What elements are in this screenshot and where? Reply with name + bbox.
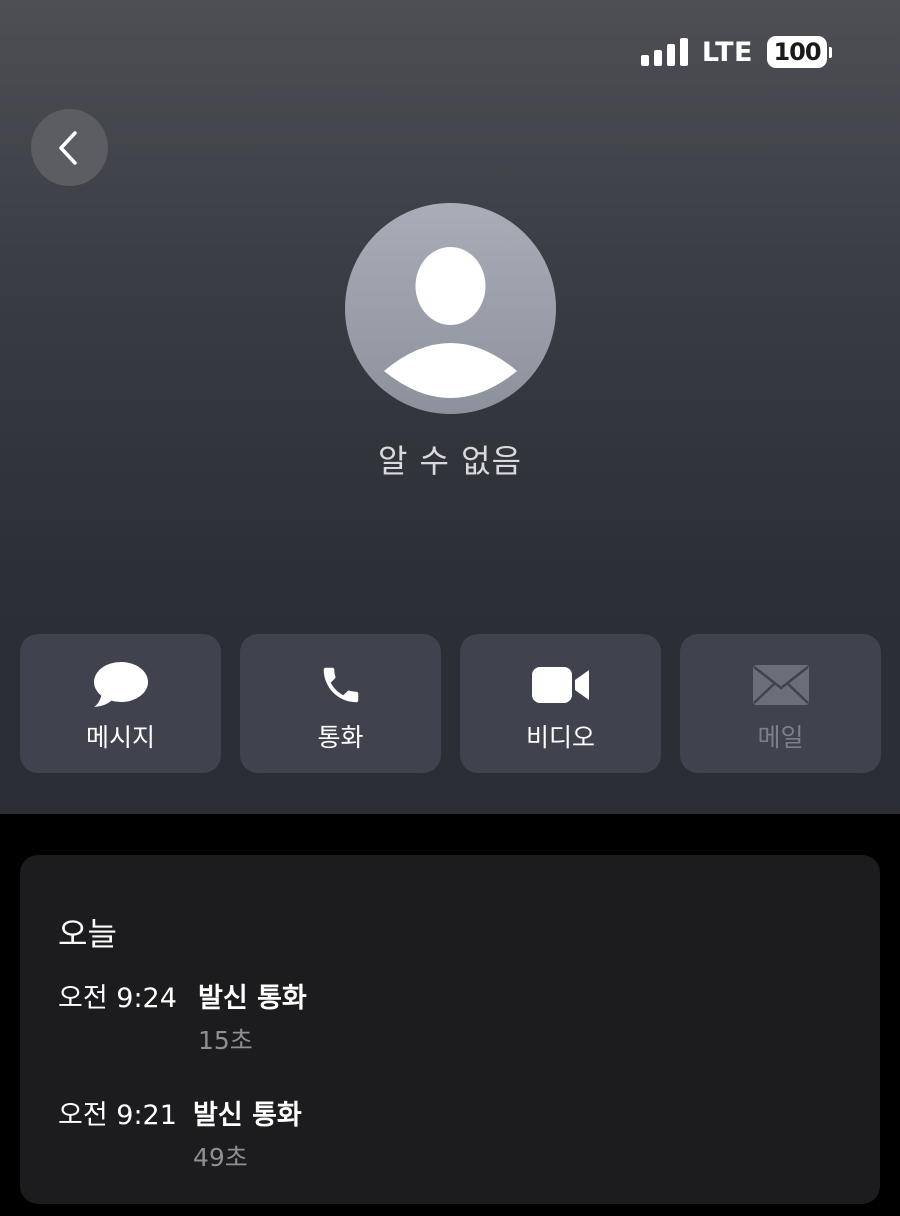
message-bubble-icon — [93, 662, 148, 707]
network-type-label: LTE — [701, 36, 753, 68]
video-button[interactable]: 비디오 — [460, 634, 661, 773]
battery-level: 100 — [767, 36, 827, 68]
call-time: 오전 9:24 — [58, 983, 177, 1014]
video-label: 비디오 — [525, 723, 595, 752]
call-duration: 15초 — [198, 1026, 253, 1055]
chevron-left-icon — [58, 130, 77, 165]
person-silhouette-icon — [384, 247, 517, 398]
call-label: 통화 — [317, 723, 364, 752]
status-bar: LTE 100 — [640, 34, 832, 70]
section-title-today: 오늘 — [58, 915, 117, 953]
phone-icon — [323, 667, 358, 703]
avatar — [345, 203, 556, 414]
call-button[interactable]: 통화 — [240, 634, 441, 773]
back-button[interactable] — [31, 109, 108, 186]
battery-icon: 100 — [767, 36, 832, 68]
contact-detail-screen: LTE 100 알 수 없음 메시지 통화 비디오 메일 오늘 오전 9:24 … — [0, 0, 900, 1216]
message-label: 메시지 — [85, 723, 155, 752]
recent-calls-card: 오늘 오전 9:24 발신 통화 15초 오전 9:21 발신 통화 49초 — [20, 855, 880, 1204]
mail-label: 메일 — [757, 723, 804, 752]
call-type: 발신 통화 — [193, 1100, 302, 1131]
contact-name: 알 수 없음 — [377, 442, 523, 480]
call-duration: 49초 — [193, 1143, 248, 1172]
mail-button[interactable]: 메일 — [680, 634, 881, 773]
contact-header: LTE 100 알 수 없음 메시지 통화 비디오 메일 — [0, 0, 900, 814]
video-camera-icon — [531, 667, 589, 703]
quick-actions: 메시지 통화 비디오 메일 — [20, 634, 881, 773]
message-button[interactable]: 메시지 — [20, 634, 221, 773]
call-type: 발신 통화 — [198, 983, 307, 1014]
call-time: 오전 9:21 — [58, 1100, 177, 1131]
envelope-icon — [752, 665, 809, 705]
signal-strength-icon — [640, 38, 688, 66]
